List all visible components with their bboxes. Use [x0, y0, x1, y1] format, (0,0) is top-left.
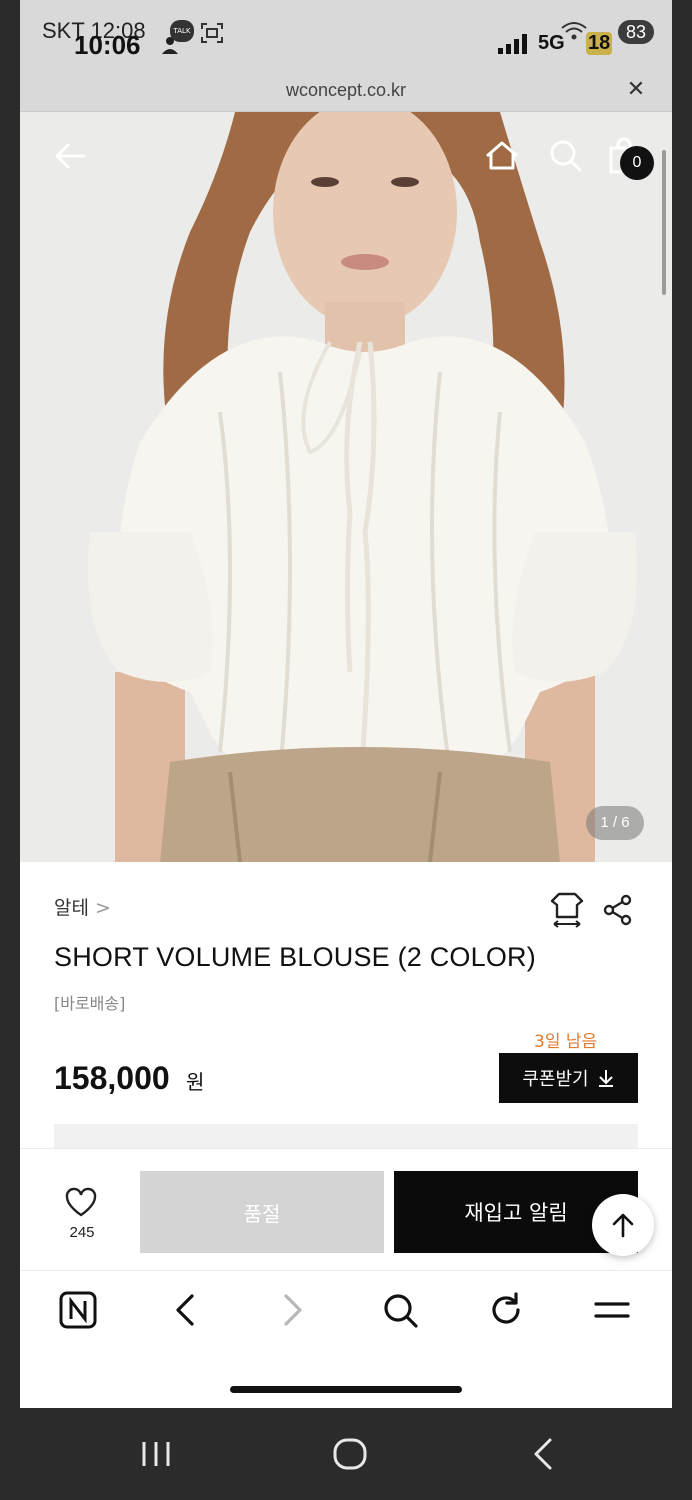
brand-name[interactable]: 알테: [54, 897, 89, 919]
delivery-tag: [바로배송]: [54, 994, 126, 1013]
search-icon[interactable]: [380, 1290, 420, 1330]
close-icon[interactable]: ✕: [624, 78, 648, 102]
device-frame: SKT 12:08 10:06 TALK 5G 18 83 wconcept.c…: [0, 0, 692, 1500]
url-bar[interactable]: wconcept.co.kr ✕: [20, 70, 672, 112]
coupon-days-left: 3일 남음: [534, 1032, 598, 1052]
like-count: 245: [69, 1224, 95, 1241]
price-currency: 원: [186, 1070, 205, 1094]
person-icon: [162, 37, 178, 54]
phone-screen: SKT 12:08 10:06 TALK 5G 18 83 wconcept.c…: [20, 0, 672, 1408]
coupon-download-button[interactable]: 쿠폰받기: [499, 1053, 638, 1103]
arrow-up-icon: [612, 1213, 634, 1238]
wifi-icon: [561, 22, 587, 40]
back-arrow-icon[interactable]: [50, 136, 90, 176]
battery-indicator: 83: [618, 20, 654, 44]
cart-count-badge: 0: [620, 146, 654, 180]
notification-count: 18: [586, 32, 613, 55]
screenshot-icon: [201, 23, 223, 43]
back-button-icon[interactable]: [524, 1436, 564, 1472]
browser-toolbar: [20, 1270, 672, 1352]
image-counter: 1 / 6: [586, 806, 644, 840]
url-text[interactable]: wconcept.co.kr: [20, 80, 672, 101]
back-icon[interactable]: [166, 1290, 206, 1330]
info-divider-strip: [54, 1124, 638, 1150]
home-icon[interactable]: [482, 136, 522, 176]
chevron-right-icon: >: [94, 897, 111, 919]
refresh-icon[interactable]: [486, 1290, 526, 1330]
download-icon: [598, 1070, 613, 1087]
recent-apps-icon[interactable]: [136, 1436, 176, 1472]
product-image-carousel[interactable]: [20, 112, 672, 862]
status-time: 10:06: [74, 30, 141, 60]
heart-icon[interactable]: [64, 1186, 98, 1218]
product-price: 158,000: [54, 1060, 170, 1096]
home-indicator[interactable]: [230, 1386, 462, 1393]
share-icon[interactable]: [602, 894, 634, 926]
brand-link[interactable]: 알테 >: [54, 893, 111, 920]
page-scrollbar[interactable]: [662, 150, 666, 295]
scroll-top-button[interactable]: [592, 1194, 654, 1256]
product-title: SHORT VOLUME BLOUSE (2 COLOR): [54, 942, 536, 972]
signal-icon: [498, 34, 527, 54]
product-photo: [20, 112, 672, 862]
home-button-icon[interactable]: [330, 1436, 370, 1472]
size-guide-icon[interactable]: [550, 890, 584, 928]
soldout-button[interactable]: 품절: [140, 1171, 384, 1253]
coupon-label: 쿠폰받기: [522, 1069, 589, 1090]
menu-icon[interactable]: [592, 1290, 632, 1330]
naver-home-icon[interactable]: [58, 1290, 98, 1330]
status-bar: SKT 12:08 10:06 TALK 5G 18 83: [20, 0, 672, 70]
search-icon[interactable]: [546, 136, 586, 176]
forward-icon[interactable]: [272, 1290, 312, 1330]
